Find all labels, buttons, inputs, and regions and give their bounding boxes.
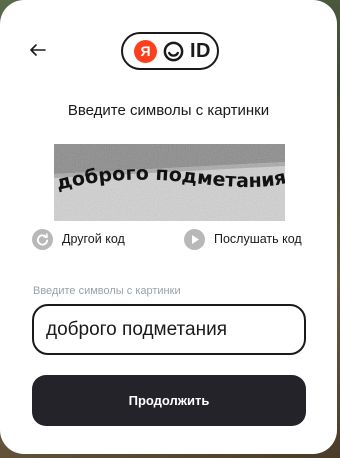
logo-id-text: ID xyxy=(190,39,211,62)
back-button[interactable] xyxy=(26,38,50,62)
page-title: Введите символы с картинки xyxy=(67,102,270,119)
refresh-code-label: Другой код xyxy=(62,232,125,246)
continue-button[interactable]: Продолжить xyxy=(32,375,306,426)
yandex-logo-icon: Я xyxy=(134,39,157,63)
refresh-code-button[interactable]: Другой код xyxy=(32,228,125,250)
arrow-left-icon xyxy=(30,44,46,56)
captcha-input[interactable] xyxy=(32,304,306,355)
listen-code-label: Послушать код xyxy=(214,232,302,246)
id-ring-icon xyxy=(163,41,184,61)
auth-card: Я ID Введите символы с картинки доброго xyxy=(0,0,337,454)
refresh-icon xyxy=(32,228,53,250)
yandex-id-logo: Я ID xyxy=(121,32,219,70)
listen-code-button[interactable]: Послушать код xyxy=(184,228,302,250)
captcha-field-label: Введите символы с картинки xyxy=(33,285,181,297)
captcha-image: доброго подметания xyxy=(54,144,285,221)
play-icon xyxy=(184,228,205,250)
